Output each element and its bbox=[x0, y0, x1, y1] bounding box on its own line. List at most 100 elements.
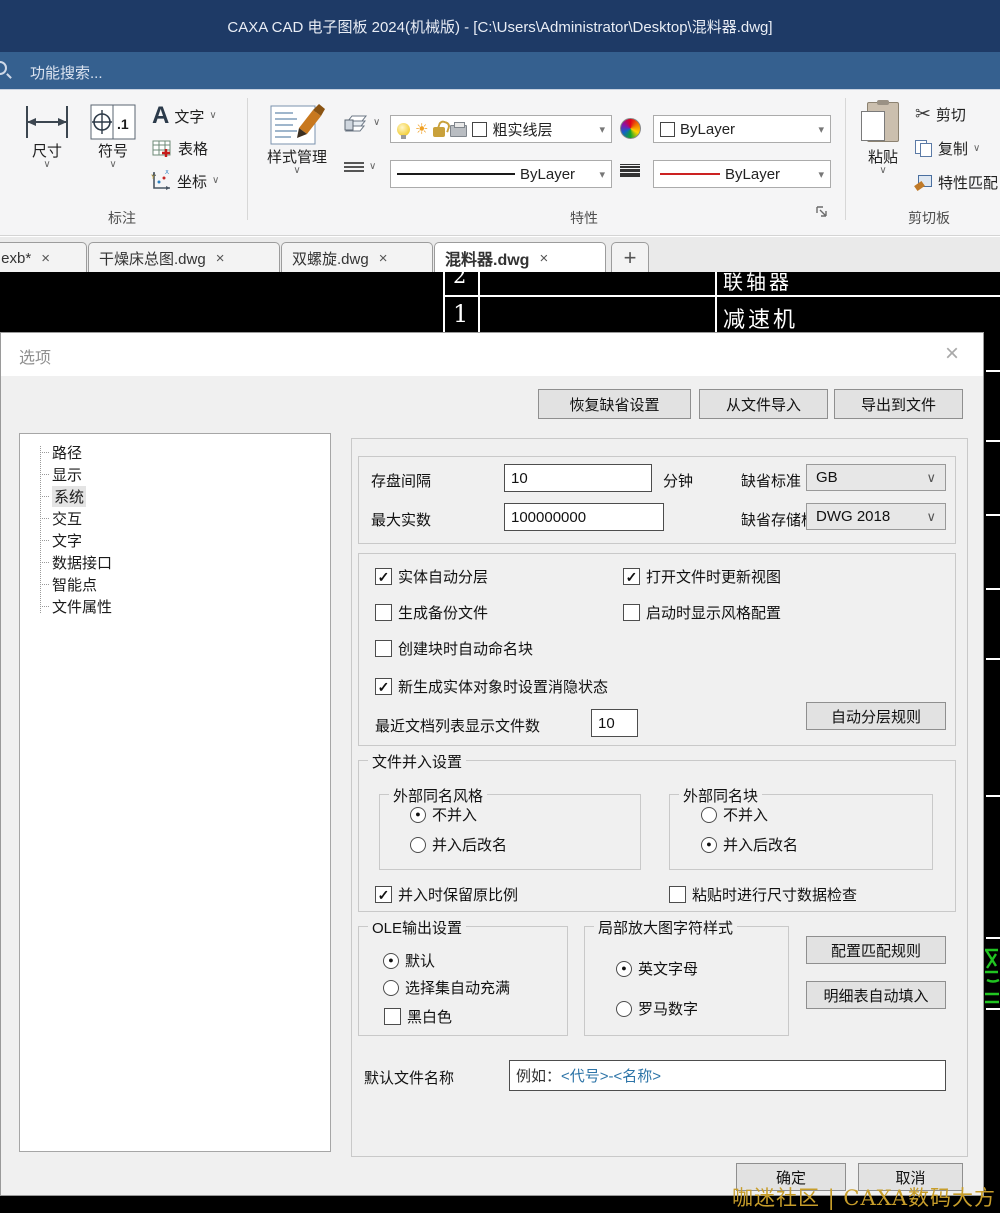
layer-color-swatch bbox=[472, 122, 487, 137]
layers-button[interactable]: ∨ bbox=[344, 114, 380, 132]
chevron-down-icon: ∨ bbox=[879, 167, 886, 175]
table-line bbox=[986, 795, 1000, 797]
color-swatch bbox=[660, 122, 675, 137]
save-interval-input[interactable] bbox=[504, 464, 652, 492]
checkbox-mark bbox=[623, 604, 640, 621]
linetype-combo[interactable]: ByLayer ▾ bbox=[390, 160, 612, 188]
layer-lock-icon bbox=[433, 127, 445, 137]
radio-style-rename[interactable]: 并入后改名 bbox=[410, 834, 507, 855]
file-merge-title: 文件并入设置 bbox=[368, 751, 466, 772]
new-tab-button[interactable]: + bbox=[611, 242, 649, 273]
text-icon: A bbox=[152, 104, 169, 128]
layer-combo[interactable]: ☀ 粗实线层 ▾ bbox=[390, 115, 612, 143]
close-icon[interactable]: × bbox=[379, 250, 388, 267]
dialog-close-button[interactable]: × bbox=[937, 339, 967, 369]
match-rules-button[interactable]: 配置匹配规则 bbox=[806, 936, 946, 964]
ribbon: 尺寸 ∨ .1 符号 ∨ A 文字 ∨ 表格 bbox=[0, 90, 1000, 236]
group-label-annotate: 标注 bbox=[108, 208, 136, 228]
checkbox-dim-check[interactable]: 粘贴时进行尺寸数据检查 bbox=[669, 884, 857, 905]
dialog-launcher-icon[interactable] bbox=[816, 206, 829, 219]
svg-text:X: X bbox=[165, 170, 169, 176]
radio-roman-numerals[interactable]: 罗马数字 bbox=[616, 998, 698, 1019]
import-from-file-button[interactable]: 从文件导入 bbox=[699, 389, 828, 419]
coordinate-button[interactable]: YX 坐标 ∨ bbox=[150, 170, 219, 192]
radio-style-no-merge[interactable]: ●不并入 bbox=[410, 804, 477, 825]
recent-docs-input[interactable] bbox=[591, 709, 638, 737]
tree-item-interaction[interactable]: 交互 bbox=[40, 507, 330, 529]
radio-mark: ● bbox=[616, 961, 632, 977]
dialog-title-bar[interactable]: 选项 × bbox=[1, 333, 983, 376]
table-line bbox=[986, 658, 1000, 660]
tree-item-display[interactable]: 显示 bbox=[40, 463, 330, 485]
default-standard-label: 缺省标准 bbox=[741, 470, 801, 491]
max-real-input[interactable] bbox=[504, 503, 664, 531]
radio-block-rename[interactable]: ●并入后改名 bbox=[701, 834, 798, 855]
chevron-down-icon: ∨ bbox=[926, 509, 936, 525]
radio-ole-fit[interactable]: 选择集自动充满 bbox=[383, 977, 510, 998]
table-line bbox=[986, 440, 1000, 442]
table-button[interactable]: 表格 bbox=[152, 138, 208, 159]
radio-block-no-merge[interactable]: 不并入 bbox=[701, 804, 768, 825]
tab-shuangluoxuan[interactable]: 双螺旋.dwg × bbox=[281, 242, 433, 273]
lineweight-icon[interactable] bbox=[620, 164, 640, 177]
cad-canvas[interactable]: 2 联轴器 1 减速机 bbox=[0, 272, 1000, 332]
tab-exb[interactable]: .exb* × bbox=[0, 242, 87, 273]
group-label-properties: 特性 bbox=[570, 208, 598, 228]
checkbox-update-view[interactable]: ✓打开文件时更新视图 bbox=[623, 566, 781, 587]
checkbox-startup-style[interactable]: 启动时显示风格配置 bbox=[623, 602, 781, 623]
tab-ganzaochuang[interactable]: 干燥床总图.dwg × bbox=[88, 242, 280, 273]
group-label-clipboard: 剪切板 bbox=[908, 208, 950, 228]
chevron-down-icon: ∨ bbox=[973, 145, 980, 153]
export-to-file-button[interactable]: 导出到文件 bbox=[834, 389, 963, 419]
current-layer-name: 粗实线层 bbox=[492, 119, 552, 140]
ext-style-title: 外部同名风格 bbox=[389, 785, 487, 806]
checkbox-backup-file[interactable]: 生成备份文件 bbox=[375, 602, 488, 623]
default-filename-label: 默认文件名称 bbox=[364, 1067, 454, 1088]
restore-defaults-button[interactable]: 恢复缺省设置 bbox=[538, 389, 691, 419]
checkbox-auto-layer[interactable]: ✓实体自动分层 bbox=[375, 566, 488, 587]
dropdown-arrow-icon: ▾ bbox=[599, 123, 605, 136]
copy-button[interactable]: 复制 ∨ bbox=[915, 138, 980, 159]
paste-button[interactable]: 粘贴 ∨ bbox=[856, 102, 910, 175]
paste-icon bbox=[867, 102, 899, 142]
checkbox-black-white[interactable]: 黑白色 bbox=[384, 1006, 452, 1027]
cut-button[interactable]: ✂ 剪切 bbox=[915, 104, 966, 125]
checkbox-auto-name-block[interactable]: 创建块时自动命名块 bbox=[375, 638, 533, 659]
options-tree: 路径 显示 系统 交互 文字 数据接口 智能点 文件属性 bbox=[19, 433, 331, 1152]
close-icon[interactable]: × bbox=[41, 250, 50, 267]
radio-english-letters[interactable]: ●英文字母 bbox=[616, 958, 698, 979]
auto-layer-rules-button[interactable]: 自动分层规则 bbox=[806, 702, 946, 730]
default-format-select[interactable]: DWG 2018 ∨ bbox=[806, 503, 946, 530]
linetype-sample bbox=[397, 173, 515, 175]
default-filename-input[interactable]: 例如： <代号>-<名称> bbox=[509, 1060, 946, 1091]
tree-item-system[interactable]: 系统 bbox=[40, 485, 330, 507]
tree-item-data-interface[interactable]: 数据接口 bbox=[40, 551, 330, 573]
tree-item-smart-point[interactable]: 智能点 bbox=[40, 573, 330, 595]
close-icon[interactable]: × bbox=[539, 250, 548, 267]
radio-ole-default[interactable]: ●默认 bbox=[383, 950, 435, 971]
text-button[interactable]: A 文字 ∨ bbox=[152, 104, 217, 128]
checkbox-mark bbox=[375, 640, 392, 657]
symbol-icon: .1 bbox=[90, 104, 136, 140]
lineweight-combo[interactable]: ByLayer ▾ bbox=[653, 160, 831, 188]
tree-item-text[interactable]: 文字 bbox=[40, 529, 330, 551]
linetype-button[interactable]: ∨ bbox=[344, 162, 376, 172]
document-tab-strip: .exb* × 干燥床总图.dwg × 双螺旋.dwg × 混料器.dwg × … bbox=[0, 236, 1000, 272]
checkbox-keep-scale[interactable]: ✓并入时保留原比例 bbox=[375, 884, 518, 905]
function-search-bar[interactable]: 功能搜索... bbox=[0, 52, 1000, 90]
default-standard-select[interactable]: GB ∨ bbox=[806, 464, 946, 491]
style-manager-button[interactable]: 样式管理 ∨ bbox=[255, 102, 339, 175]
color-wheel-icon[interactable] bbox=[620, 118, 641, 139]
dimension-button[interactable]: 尺寸 ∨ bbox=[16, 104, 78, 169]
tree-item-file-props[interactable]: 文件属性 bbox=[40, 595, 330, 617]
close-icon[interactable]: × bbox=[216, 250, 225, 267]
color-combo[interactable]: ByLayer ▾ bbox=[653, 115, 831, 143]
match-properties-button[interactable]: 特性匹配 bbox=[915, 172, 998, 193]
tree-item-path[interactable]: 路径 bbox=[40, 441, 330, 463]
symbol-button[interactable]: .1 符号 ∨ bbox=[84, 104, 142, 169]
chevron-down-icon: ∨ bbox=[109, 161, 116, 169]
bom-autofill-button[interactable]: 明细表自动填入 bbox=[806, 981, 946, 1009]
checkbox-hide-state[interactable]: ✓新生成实体对象时设置消隐状态 bbox=[375, 676, 608, 697]
radio-mark bbox=[616, 1001, 632, 1017]
chevron-down-icon: ∨ bbox=[293, 167, 300, 175]
